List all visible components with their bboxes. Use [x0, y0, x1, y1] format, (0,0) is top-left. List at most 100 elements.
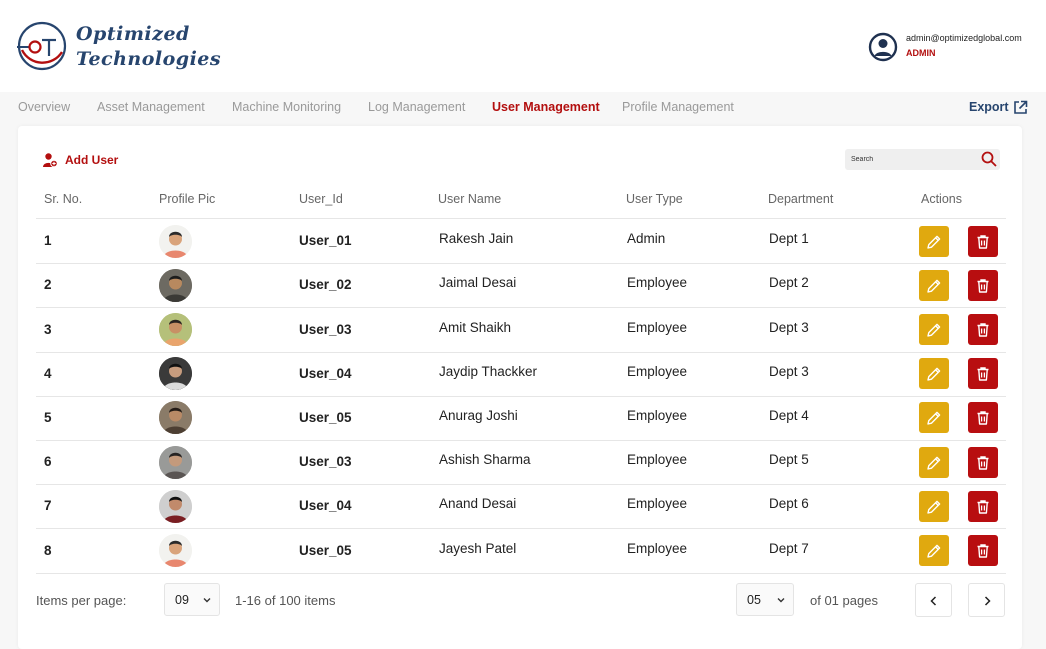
search-icon[interactable]: [981, 151, 997, 167]
cell-user-id: User_05: [299, 409, 352, 425]
pencil-icon: [927, 367, 941, 381]
company-name-line2: Technologies: [76, 48, 222, 70]
cell-user-id: User_02: [299, 277, 352, 293]
profile-photo: [159, 268, 192, 302]
company-logo: [17, 21, 67, 71]
cell-user-id: User_03: [299, 321, 352, 337]
pages-total-text: of 01 pages: [810, 593, 878, 608]
avatar: [159, 224, 192, 258]
cell-department: Dept 5: [769, 452, 809, 468]
delete-button[interactable]: [968, 490, 998, 522]
tab-machine-monitoring[interactable]: Machine Monitoring: [232, 100, 341, 114]
cell-user-type: Employee: [627, 407, 688, 423]
pencil-icon: [927, 279, 941, 293]
cell-user-type: Employee: [627, 496, 688, 512]
add-user-label: Add User: [65, 153, 119, 167]
edit-button[interactable]: [919, 446, 949, 478]
edit-button[interactable]: [919, 358, 949, 390]
pencil-icon: [927, 456, 941, 470]
avatar: [159, 268, 192, 302]
col-header-department: Department: [768, 192, 834, 206]
cell-user-id: User_03: [299, 454, 352, 470]
cell-sr-no: 1: [44, 233, 52, 249]
items-per-page-label: Items per page:: [36, 593, 127, 608]
trash-icon: [977, 234, 989, 249]
tab-profile-management[interactable]: Profile Management: [622, 100, 734, 114]
cell-user-name: Anand Desai: [439, 496, 517, 512]
cell-user-id: User_04: [299, 365, 352, 381]
cell-sr-no: 8: [44, 542, 52, 558]
cell-user-type: Employee: [627, 363, 688, 379]
delete-button[interactable]: [968, 402, 998, 434]
pencil-icon: [927, 500, 941, 514]
cell-user-name: Ashish Sharma: [439, 452, 531, 468]
items-per-page-select[interactable]: 09: [164, 583, 220, 616]
row-divider: [36, 395, 1006, 397]
delete-button[interactable]: [968, 269, 998, 301]
page-select[interactable]: 05: [736, 583, 794, 616]
delete-button[interactable]: [968, 225, 998, 257]
row-divider: [36, 263, 1006, 265]
profile-photo: [159, 445, 192, 479]
cell-user-type: Employee: [627, 452, 688, 468]
company-name-line1: Optimized: [76, 23, 190, 45]
row-divider: [36, 307, 1006, 309]
next-page-button[interactable]: [968, 583, 1005, 617]
header-divider: [36, 218, 1006, 219]
edit-button[interactable]: [919, 402, 949, 434]
avatar: [159, 357, 192, 391]
cell-department: Dept 6: [769, 496, 809, 512]
edit-button[interactable]: [919, 535, 949, 566]
profile-photo: [159, 224, 192, 258]
pencil-icon: [927, 323, 941, 337]
col-header-actions: Actions: [921, 192, 962, 206]
export-button[interactable]: Export: [969, 100, 1009, 114]
cell-sr-no: 2: [44, 277, 52, 293]
trash-icon: [977, 455, 989, 470]
prev-page-button[interactable]: [915, 583, 952, 617]
user-circle-icon[interactable]: [868, 32, 898, 62]
trash-icon: [977, 323, 989, 337]
items-per-page-value: 09: [175, 593, 189, 607]
tab-asset-management[interactable]: Asset Management: [97, 100, 205, 114]
row-divider: [36, 440, 1006, 441]
profile-photo: [159, 357, 192, 391]
tab-log-management[interactable]: Log Management: [368, 100, 465, 114]
row-divider: [36, 484, 1006, 486]
delete-button[interactable]: [968, 358, 998, 390]
add-user-icon: [43, 153, 58, 168]
row-divider: [36, 351, 1006, 353]
cell-user-name: Anurag Joshi: [439, 407, 518, 423]
profile-photo: [159, 534, 192, 567]
edit-button[interactable]: [919, 225, 949, 257]
cell-user-type: Employee: [627, 319, 688, 335]
delete-button[interactable]: [968, 446, 998, 478]
trash-icon: [977, 544, 989, 558]
edit-button[interactable]: [919, 490, 949, 522]
chevron-down-icon: [777, 598, 785, 603]
delete-button[interactable]: [968, 314, 998, 345]
cell-sr-no: 4: [44, 365, 52, 381]
col-header-profile-pic: Profile Pic: [159, 192, 216, 206]
cell-sr-no: 7: [44, 498, 52, 514]
cell-user-name: Jayesh Patel: [439, 540, 517, 556]
avatar: [159, 534, 192, 567]
delete-button[interactable]: [968, 535, 998, 566]
trash-icon: [977, 500, 989, 514]
edit-button[interactable]: [919, 269, 949, 301]
cell-user-type: Employee: [627, 540, 688, 556]
col-header-user-type: User Type: [626, 192, 683, 206]
tab-user-management[interactable]: User Management: [492, 100, 600, 114]
main-nav: Overview Asset Management Machine Monito…: [0, 93, 1046, 123]
search-input[interactable]: [851, 152, 971, 167]
cell-department: Dept 3: [769, 319, 809, 335]
cell-user-name: Jaimal Desai: [439, 275, 517, 291]
edit-button[interactable]: [919, 314, 949, 345]
tab-overview[interactable]: Overview: [18, 100, 70, 114]
items-range-text: 1-16 of 100 items: [235, 593, 336, 608]
trash-icon: [977, 411, 989, 426]
search-box[interactable]: [845, 149, 1000, 170]
cell-user-name: Jaydip Thackker: [439, 363, 538, 379]
avatar: [159, 313, 192, 346]
external-link-icon[interactable]: [1013, 100, 1028, 115]
